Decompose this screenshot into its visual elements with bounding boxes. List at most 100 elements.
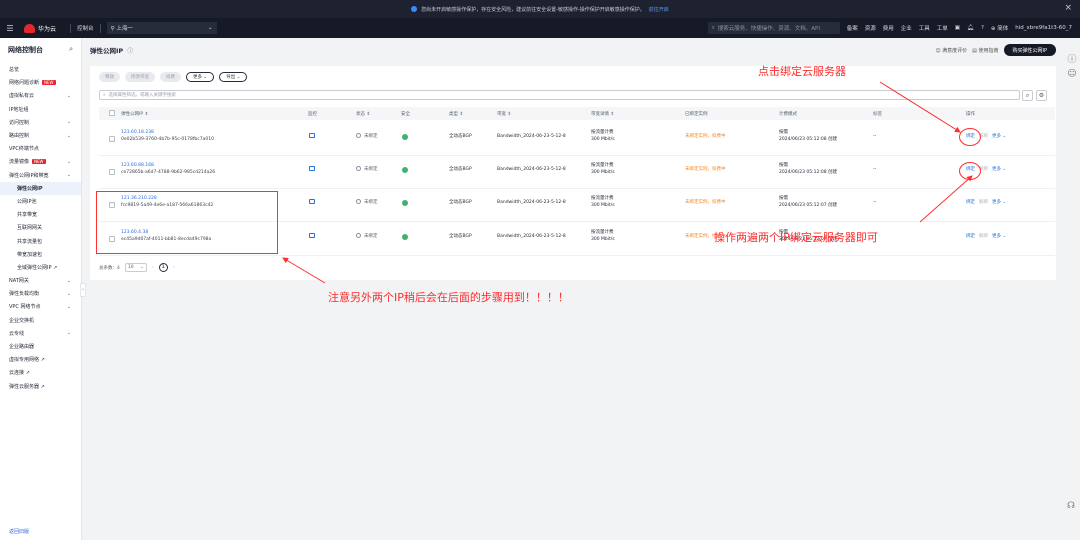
sidebar-item[interactable]: IP地址组	[0, 103, 81, 116]
lang-switch[interactable]: ⊕ 简体	[991, 24, 1008, 32]
bind-button[interactable]: 绑定	[966, 200, 975, 205]
renew-button[interactable]: 续费	[160, 72, 181, 82]
nav-link-billing[interactable]: 费用	[883, 24, 894, 32]
more-ops-dropdown[interactable]: 更多 ⌄	[992, 167, 1006, 172]
col-status[interactable]: 状态 ⇕	[356, 111, 370, 117]
message-icon[interactable]: ▣	[955, 25, 960, 31]
col-bandwidth[interactable]: 带宽 ⇕	[497, 111, 511, 117]
security-ok-icon[interactable]	[402, 200, 408, 206]
sidebar-item[interactable]: 云连接 ↗	[0, 366, 81, 379]
bandwidth-name[interactable]: Bandwidth_2024-06-23-5-12-8	[497, 166, 566, 173]
sidebar-item[interactable]: VPC终端节点	[0, 142, 81, 155]
bell-icon[interactable]: 🔔︎	[967, 25, 974, 31]
unbind-button[interactable]: 解绑	[979, 200, 988, 205]
nav-link-tools[interactable]: 工具	[919, 24, 930, 32]
col-type[interactable]: 类型 ⇕	[449, 111, 463, 117]
eip-address-link[interactable]: 123.60.88.168	[121, 163, 154, 168]
brand-logo[interactable]: 华为云	[20, 23, 64, 33]
sidebar-item[interactable]: 网络问题诊断 NEW	[0, 76, 81, 89]
chevron-down-icon: ⌄	[66, 158, 71, 165]
security-ok-icon[interactable]	[402, 234, 408, 240]
page-number[interactable]: 1	[158, 263, 168, 272]
menu-icon[interactable]: ☰	[0, 24, 20, 33]
help-icon[interactable]: ?	[981, 25, 984, 31]
back-to-old-version[interactable]: 返回旧版	[9, 528, 29, 535]
filter-search-input[interactable]: ⌕ 选择属性筛选，或输入关键字搜索	[99, 90, 1020, 100]
monitor-icon[interactable]	[309, 199, 315, 204]
sidebar-item[interactable]: 弹性公网IP和带宽 ⌄	[0, 169, 81, 182]
gear-icon[interactable]: ⚙	[1036, 90, 1047, 101]
sidebar-item[interactable]: 虚拟私有云 ⌄	[0, 89, 81, 102]
console-link[interactable]: 控制台	[77, 24, 94, 32]
guide-link[interactable]: ▤ 使用指南	[972, 47, 998, 54]
close-icon[interactable]: ×	[1064, 3, 1072, 13]
export-dropdown[interactable]: 导出 ⌄	[219, 72, 248, 82]
search-icon[interactable]: ⌕	[1022, 90, 1033, 101]
col-bandwidth-detail[interactable]: 带宽详情 ⇕	[591, 111, 614, 117]
sidebar-item[interactable]: 云专线 ⌄	[0, 327, 81, 340]
sidebar-item[interactable]: 流量镜像 NEW ⌄	[0, 155, 81, 168]
sidebar-item[interactable]: 弹性云服务器 ↗	[0, 380, 81, 393]
help-icon[interactable]: ⓘ	[1064, 52, 1080, 65]
sidebar-item[interactable]: NAT网关 ⌄	[0, 274, 81, 287]
bandwidth-name[interactable]: Bandwidth_2024-06-23-5-12-8	[497, 233, 566, 240]
sidebar-item[interactable]: 总览	[0, 63, 81, 76]
search-icon[interactable]: ⌕	[69, 45, 73, 55]
sidebar-item[interactable]: 路由控制 ⌄	[0, 129, 81, 142]
sidebar-item[interactable]: 全域弹性公网IP ↗	[0, 261, 81, 274]
bind-button[interactable]: 绑定	[966, 234, 975, 239]
smile-icon[interactable]: ☺	[1064, 69, 1080, 79]
security-ok-icon[interactable]	[402, 134, 408, 140]
sidebar-item[interactable]: 访问控制 ⌄	[0, 116, 81, 129]
collapse-sidebar-icon[interactable]: ‹	[80, 283, 86, 297]
col-tags: 标签	[873, 112, 882, 117]
monitor-icon[interactable]	[309, 233, 315, 238]
banner-link[interactable]: 前往开启	[649, 6, 669, 13]
unbind-button[interactable]: 解绑	[979, 234, 988, 239]
prev-page-icon[interactable]: ‹	[152, 265, 154, 270]
row-checkbox[interactable]	[109, 136, 115, 142]
more-dropdown[interactable]: 更多 ⌄	[186, 72, 215, 82]
headset-icon[interactable]: ☊	[1067, 501, 1075, 511]
sidebar-item[interactable]: 企业交换机	[0, 314, 81, 327]
sidebar-item[interactable]: 弹性公网IP	[0, 181, 81, 195]
chevron-down-icon: ⌄	[66, 277, 71, 284]
sidebar-item[interactable]: 公网IP池	[0, 195, 81, 208]
modify-bandwidth-button[interactable]: 修改带宽	[125, 72, 155, 82]
release-button[interactable]: 释放	[99, 72, 120, 82]
help-circle-icon[interactable]: ⓘ	[127, 46, 133, 55]
nav-link-ticket[interactable]: 工单	[937, 24, 948, 32]
sidebar-item[interactable]: 共享流量包	[0, 234, 81, 247]
monitor-icon[interactable]	[309, 166, 315, 171]
sidebar-item[interactable]: 带宽加速包	[0, 248, 81, 261]
next-page-icon[interactable]: ›	[173, 265, 175, 270]
nav-link-enterprise[interactable]: 企业	[901, 24, 912, 32]
sidebar-item[interactable]: VPC 网络节点 ⌄	[0, 300, 81, 313]
bandwidth-name[interactable]: Bandwidth_2024-06-23-5-12-8	[497, 199, 566, 206]
sidebar-item[interactable]: 弹性负载均衡 ⌄	[0, 287, 81, 300]
sidebar-item[interactable]: 虚拟专用网络 ↗	[0, 353, 81, 366]
more-ops-dropdown[interactable]: 更多 ⌄	[992, 200, 1006, 205]
sidebar-item-label: 云专线	[9, 330, 25, 337]
user-menu[interactable]: hid_xbre9fa1t3-60_7	[1015, 25, 1072, 31]
row-checkbox[interactable]	[109, 169, 115, 175]
nav-link-beian[interactable]: 备案	[847, 24, 858, 32]
buy-eip-button[interactable]: 购买弹性公网IP	[1003, 44, 1056, 56]
eip-address-link[interactable]: 123.60.18.238	[121, 130, 154, 135]
sidebar-item[interactable]: 企业路由器	[0, 340, 81, 353]
export-label: 导出	[226, 75, 236, 80]
monitor-icon[interactable]	[309, 133, 315, 138]
region-select[interactable]: ⚲ 上海一 ⌄	[106, 22, 217, 34]
bandwidth-name[interactable]: Bandwidth_2024-06-23-5-12-8	[497, 133, 566, 140]
security-ok-icon[interactable]	[402, 167, 408, 173]
more-ops-dropdown[interactable]: 更多 ⌄	[992, 234, 1006, 239]
more-ops-dropdown[interactable]: 更多 ⌄	[992, 134, 1006, 139]
page-size-select[interactable]: 10 ⌄	[124, 263, 147, 272]
sidebar-item[interactable]: 共享带宽	[0, 208, 81, 221]
sidebar-item[interactable]: 互联网网关	[0, 221, 81, 234]
nav-link-resources[interactable]: 资源	[865, 24, 876, 32]
col-eip[interactable]: 弹性公网IP ⇕	[121, 111, 148, 117]
feedback-link[interactable]: ☺ 满意度评价	[935, 47, 967, 54]
global-search-input[interactable]: ⌕ 搜索云服务、快捷操作、资源、文档、API	[707, 22, 840, 34]
select-all-checkbox[interactable]	[109, 110, 115, 116]
